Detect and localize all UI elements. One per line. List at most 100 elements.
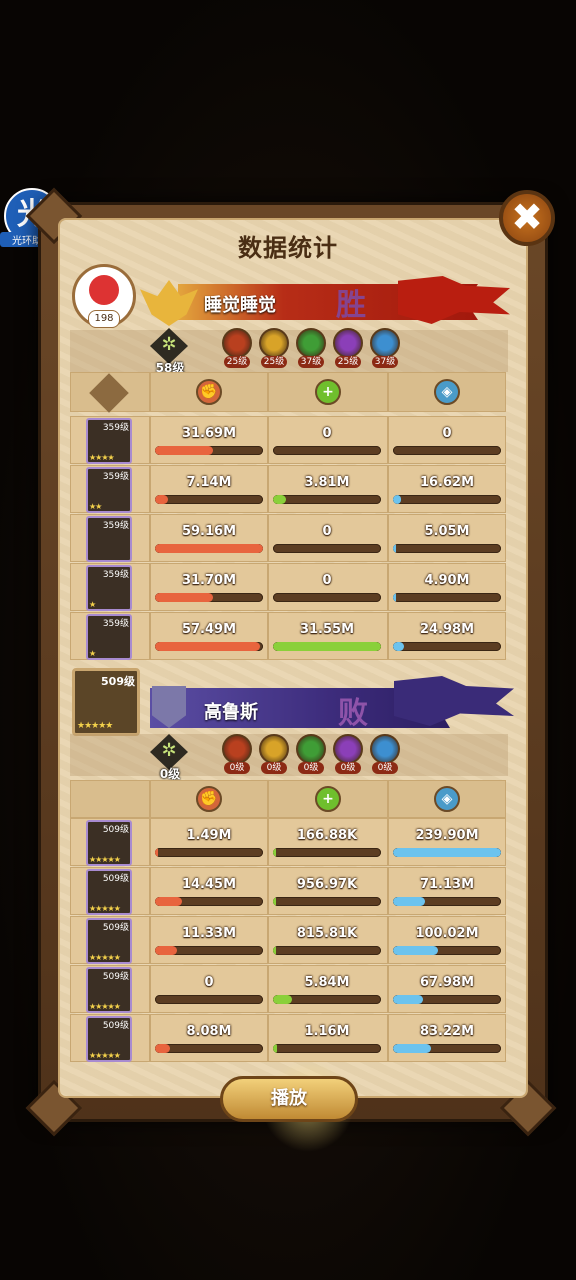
damage-value: 59.16M xyxy=(181,524,237,539)
damage-value: 14.45M xyxy=(181,877,237,892)
table-header-damage: ✊ xyxy=(150,780,268,818)
shield-value: 5.05M xyxy=(424,524,470,539)
hero-portrait[interactable]: 359级 ★★ xyxy=(86,467,132,513)
damage-bar xyxy=(155,1044,263,1053)
damage-bar xyxy=(155,995,263,1004)
damage-bar-fill xyxy=(155,446,214,455)
damage-bar xyxy=(155,946,263,955)
healing-value: 0 xyxy=(322,524,332,539)
play-button[interactable]: 播放 xyxy=(220,1076,358,1122)
shield-bar xyxy=(393,544,501,553)
player1-avatar-level: 198 xyxy=(88,310,120,328)
faction-icon xyxy=(333,328,363,358)
player2-avatar[interactable]: 509级 ★★★★★ xyxy=(72,668,140,736)
healing-bar xyxy=(273,495,381,504)
player2-name: 高鲁斯 xyxy=(204,702,258,723)
hero-portrait[interactable]: 509级 ★★★★★ xyxy=(86,918,132,964)
healing-value: 1.16M xyxy=(304,1024,350,1039)
shield-value: 100.02M xyxy=(415,926,479,941)
damage-icon: ✊ xyxy=(196,379,222,405)
shield-bar xyxy=(393,495,501,504)
hero-portrait[interactable]: 509级 ★★★★★ xyxy=(86,967,132,1013)
hero-stars: ★ xyxy=(89,600,96,609)
shield-bar xyxy=(393,593,501,602)
table-header-hero xyxy=(70,780,150,818)
damage-bar-fill xyxy=(155,1044,171,1053)
damage-bar-fill xyxy=(155,593,214,602)
healing-bar xyxy=(273,446,381,455)
hero-level: 509级 xyxy=(102,825,129,835)
avatar-icon xyxy=(89,275,119,305)
hero-portrait[interactable]: 509级 ★★★★★ xyxy=(86,869,132,915)
hero-portrait[interactable]: 359级 ★ xyxy=(86,565,132,611)
faction-level: 0级 xyxy=(298,762,324,774)
damage-bar xyxy=(155,848,263,857)
healing-value: 5.84M xyxy=(304,975,350,990)
healing-bar-fill xyxy=(273,495,286,504)
shield-bar xyxy=(393,897,501,906)
healing-bar xyxy=(273,848,381,857)
healing-value: 956.97K xyxy=(296,877,358,892)
player2-result: 败 xyxy=(338,696,368,731)
healing-value: 3.81M xyxy=(304,475,350,490)
shield-bar xyxy=(393,946,501,955)
healing-icon: + xyxy=(315,786,341,812)
faction-row xyxy=(70,330,508,372)
faction-level: 37级 xyxy=(298,356,324,368)
hero-portrait[interactable]: 359级 xyxy=(86,516,132,562)
hero-stars: ★★★★★ xyxy=(89,904,121,913)
healing-bar-fill xyxy=(273,848,277,857)
shield-icon: ◈ xyxy=(434,379,460,405)
table-header-damage: ✊ xyxy=(150,372,268,412)
faction-icon xyxy=(259,328,289,358)
damage-bar-fill xyxy=(155,848,159,857)
shield-bar xyxy=(393,995,501,1004)
healing-bar-fill xyxy=(273,897,277,906)
damage-bar-fill xyxy=(155,642,260,651)
faction-icon xyxy=(222,734,252,764)
hero-portrait[interactable]: 509级 ★★★★★ xyxy=(86,1016,132,1062)
faction-icon xyxy=(296,328,326,358)
damage-value: 31.69M xyxy=(181,426,237,441)
table-header-hero xyxy=(70,372,150,413)
healing-value: 31.55M xyxy=(299,622,355,637)
table-header-healing: + xyxy=(268,780,388,818)
hero-portrait[interactable]: 359级 ★★★★ xyxy=(86,418,132,464)
hero-level: 509级 xyxy=(102,972,129,982)
healing-bar xyxy=(273,642,381,651)
hero-portrait[interactable]: 359级 ★ xyxy=(86,614,132,660)
faction-row xyxy=(70,734,508,776)
table-header-shield: ◈ xyxy=(388,780,506,818)
healing-icon: + xyxy=(315,379,341,405)
shield-bar-fill xyxy=(393,593,397,602)
healing-value: 0 xyxy=(322,573,332,588)
damage-value: 11.33M xyxy=(181,926,237,941)
faction-icon xyxy=(296,734,326,764)
player1-result: 胜 xyxy=(336,288,366,323)
hero-level: 359级 xyxy=(102,521,129,531)
panel-title: 数据统计 xyxy=(238,234,338,262)
scroll-icon xyxy=(89,373,129,413)
healing-bar-fill xyxy=(273,946,277,955)
close-button[interactable]: ✖ xyxy=(499,190,555,246)
hero-stars: ★ xyxy=(89,649,96,658)
healing-bar-fill xyxy=(273,1044,278,1053)
shield-value: 0 xyxy=(442,426,452,441)
faction-level: 0级 xyxy=(335,762,361,774)
damage-value: 1.49M xyxy=(186,828,232,843)
damage-bar xyxy=(155,495,263,504)
healing-bar-fill xyxy=(273,642,381,651)
shield-bar-fill xyxy=(393,1044,431,1053)
healing-bar xyxy=(273,544,381,553)
player2-avatar-level: 509级 xyxy=(101,675,135,688)
damage-value: 57.49M xyxy=(181,622,237,637)
healing-bar-fill xyxy=(273,995,293,1004)
hero-stars: ★★★★★ xyxy=(89,1051,121,1060)
shield-bar xyxy=(393,642,501,651)
faction-icon xyxy=(370,734,400,764)
hero-level: 359级 xyxy=(102,570,129,580)
hero-stars: ★★ xyxy=(89,502,102,511)
shield-bar-fill xyxy=(393,848,501,857)
table-header-shield: ◈ xyxy=(388,372,506,412)
hero-portrait[interactable]: 509级 ★★★★★ xyxy=(86,820,132,866)
